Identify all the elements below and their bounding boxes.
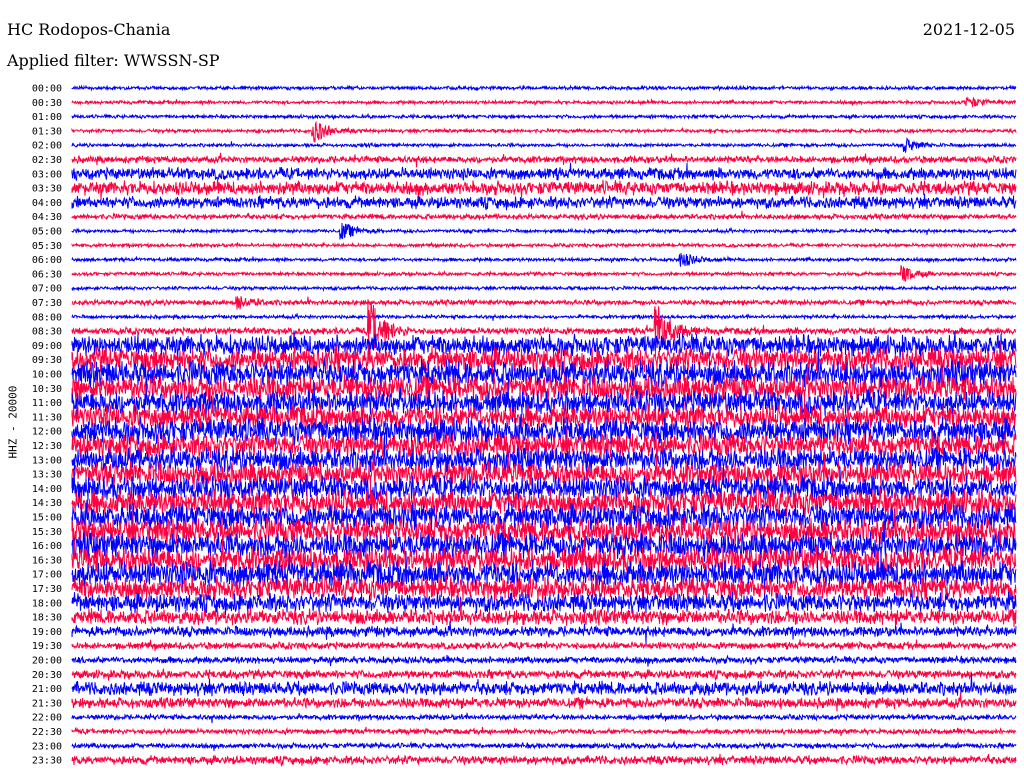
row-time-label: 07:00 xyxy=(32,284,62,295)
trace-row-0200 xyxy=(71,136,1017,153)
row-time-label: 11:00 xyxy=(32,398,62,409)
row-time-label: 09:00 xyxy=(32,341,62,352)
trace-row-2130 xyxy=(71,692,1017,712)
row-time-label: 07:30 xyxy=(32,298,62,309)
row-time-label: 17:00 xyxy=(32,570,62,581)
row-time-label: 03:30 xyxy=(32,184,62,195)
row-time-label: 00:00 xyxy=(32,84,62,95)
row-time-label: 08:30 xyxy=(32,327,62,338)
row-time-label: 04:00 xyxy=(32,198,62,209)
trace-row-0000 xyxy=(71,84,1017,92)
row-time-label: 21:00 xyxy=(32,684,62,695)
row-time-label: 20:30 xyxy=(32,670,62,681)
trace-row-1930 xyxy=(71,639,1017,652)
row-time-label: 15:00 xyxy=(32,513,62,524)
row-time-label: 01:30 xyxy=(32,126,62,137)
trace-row-0700 xyxy=(71,284,1017,292)
trace-row-0300 xyxy=(71,162,1017,181)
trace-row-0800 xyxy=(71,312,1016,321)
row-time-label: 19:00 xyxy=(32,627,62,638)
trace-row-0400 xyxy=(71,193,1017,211)
trace-row-0730 xyxy=(71,296,1017,310)
row-time-label: 14:30 xyxy=(32,498,62,509)
row-time-label: 16:30 xyxy=(32,555,62,566)
row-time-label: 17:30 xyxy=(32,584,62,595)
row-time-label: 02:30 xyxy=(32,155,62,166)
row-time-label: 01:00 xyxy=(32,112,62,123)
row-time-label: 08:00 xyxy=(32,312,62,323)
row-time-label: 00:30 xyxy=(32,98,62,109)
row-time-label: 06:00 xyxy=(32,255,62,266)
row-time-label: 18:30 xyxy=(32,613,62,624)
trace-row-0630 xyxy=(71,265,1017,282)
row-time-label: 10:30 xyxy=(32,384,62,395)
trace-row-0100 xyxy=(71,112,1017,121)
row-time-label: 13:00 xyxy=(32,455,62,466)
trace-row-2300 xyxy=(71,740,1017,751)
row-time-label: 23:00 xyxy=(32,741,62,752)
row-time-label: 19:30 xyxy=(32,641,62,652)
row-time-label: 23:30 xyxy=(32,756,62,767)
row-time-label: 10:00 xyxy=(32,370,62,381)
row-time-label: 21:30 xyxy=(32,698,62,709)
row-time-label: 22:00 xyxy=(32,713,62,724)
row-time-label: 15:30 xyxy=(32,527,62,538)
trace-row-2000 xyxy=(71,654,1017,667)
trace-row-0030 xyxy=(71,96,1017,107)
row-time-label: 22:30 xyxy=(32,727,62,738)
trace-row-0500 xyxy=(71,222,1017,240)
helicorder-plot: 00:00 00:30 01:00 01:30 02:00 02:30 03:00 03:30… xyxy=(32,84,1017,768)
row-time-label: 05:00 xyxy=(32,227,62,238)
row-time-label: 11:30 xyxy=(32,412,62,423)
row-time-label: 20:00 xyxy=(32,656,62,667)
row-time-label: 16:00 xyxy=(32,541,62,552)
row-time-label: 03:00 xyxy=(32,169,62,180)
trace-row-0330 xyxy=(71,178,1017,202)
row-time-label: 18:00 xyxy=(32,598,62,609)
trace-row-0430 xyxy=(71,210,1017,222)
trace-row-0600 xyxy=(71,252,1017,267)
row-time-label: 12:30 xyxy=(32,441,62,452)
row-time-label: 05:30 xyxy=(32,241,62,252)
trace-row-0530 xyxy=(71,241,1017,249)
row-time-label: 04:30 xyxy=(32,212,62,223)
row-time-label: 09:30 xyxy=(32,355,62,366)
trace-row-2030 xyxy=(71,668,1017,682)
trace-row-1900 xyxy=(71,621,1017,644)
trace-row-2200 xyxy=(71,712,1017,724)
row-time-label: 13:30 xyxy=(32,470,62,481)
trace-row-0230 xyxy=(71,152,1017,168)
row-time-label: 06:30 xyxy=(32,269,62,280)
row-time-label: 14:00 xyxy=(32,484,62,495)
row-time-label: 12:00 xyxy=(32,427,62,438)
row-time-label: 02:00 xyxy=(32,141,62,152)
trace-row-0130 xyxy=(71,120,1017,143)
trace-row-2330 xyxy=(71,753,1017,768)
trace-row-2230 xyxy=(71,726,1017,737)
